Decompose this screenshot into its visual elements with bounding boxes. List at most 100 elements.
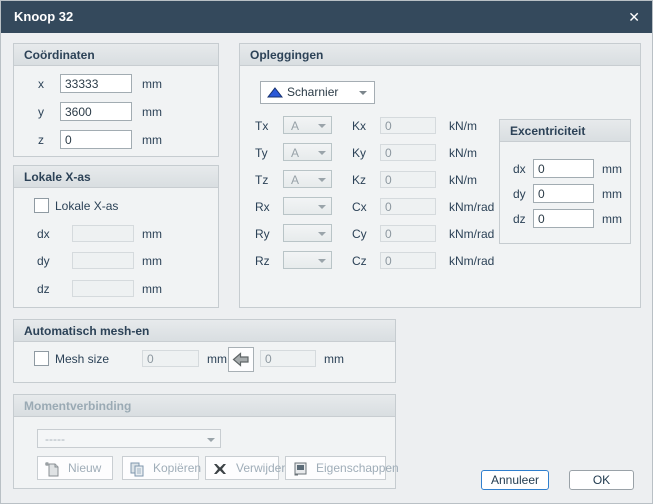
local-dx-label: dx — [37, 227, 50, 241]
dof-tz-dropdown: A — [283, 170, 332, 188]
dof-rx-dropdown — [283, 197, 332, 215]
cancel-button[interactable]: Annuleer — [481, 470, 549, 490]
local-dy-label: dy — [37, 254, 50, 268]
chevron-down-icon — [318, 178, 326, 182]
cz-unit: kNm/rad — [449, 254, 495, 268]
local-x-axis-checkbox-label: Lokale X-as — [55, 199, 119, 213]
moment-connection-dropdown: ----- — [37, 429, 221, 448]
cz-input — [380, 252, 436, 269]
ecc-dx-label: dx — [513, 162, 526, 176]
ecc-dy-unit: mm — [602, 187, 622, 201]
chevron-down-icon — [318, 151, 326, 155]
coord-x-unit: mm — [142, 77, 162, 91]
coord-z-input[interactable] — [60, 130, 132, 149]
mesh-size-input-1 — [142, 350, 199, 367]
local-dx-input — [72, 225, 134, 242]
cx-label: Cx — [352, 200, 367, 214]
properties-icon — [294, 462, 307, 476]
moment-connection-header: Momentverbinding — [14, 395, 395, 417]
new-document-icon — [45, 462, 59, 477]
coord-x-input[interactable] — [60, 74, 132, 93]
dof-rz-label: Rz — [255, 254, 270, 268]
ecc-dx-input[interactable] — [533, 159, 594, 178]
dof-rx-label: Rx — [255, 200, 270, 214]
ky-label: Ky — [352, 146, 367, 160]
local-x-axis-header: Lokale X-as — [14, 166, 218, 188]
properties-button: Eigenschappen — [285, 456, 399, 480]
ecc-dz-unit: mm — [602, 212, 622, 226]
chevron-down-icon — [318, 205, 326, 209]
local-dy-unit: mm — [142, 254, 162, 268]
ecc-dy-input[interactable] — [533, 184, 594, 203]
chevron-down-icon — [318, 259, 326, 263]
cy-label: Cy — [352, 227, 367, 241]
kx-unit: kN/m — [449, 119, 477, 133]
dof-tx-label: Tx — [255, 119, 269, 133]
cz-label: Cz — [352, 254, 367, 268]
dof-ry-dropdown — [283, 224, 332, 242]
coordinates-group: Coördinaten x mm y mm z mm — [13, 43, 219, 157]
kz-unit: kN/m — [449, 173, 477, 187]
ok-button[interactable]: OK — [569, 470, 634, 490]
dialog-title: Knoop 32 — [14, 9, 74, 24]
left-arrow-icon — [232, 352, 249, 367]
properties-button-label: Eigenschappen — [316, 461, 399, 475]
dof-ty-dropdown: A — [283, 143, 332, 161]
local-dz-label: dz — [37, 282, 50, 296]
mesh-unit-1: mm — [207, 352, 227, 366]
dof-rz-dropdown — [283, 251, 332, 269]
local-x-axis-group: Lokale X-as Lokale X-as dx mm dy mm dz m… — [13, 165, 219, 308]
coordinates-header: Coördinaten — [14, 44, 218, 66]
coord-y-unit: mm — [142, 105, 162, 119]
local-dz-unit: mm — [142, 282, 162, 296]
chevron-down-icon — [318, 124, 326, 128]
auto-mesh-group: Automatisch mesh-en Mesh size mm mm — [13, 319, 396, 383]
coord-z-label: z — [38, 133, 44, 147]
moment-connection-group: Momentverbinding ----- Nieuw Kopiëren Ve… — [13, 394, 399, 489]
cx-unit: kNm/rad — [449, 200, 495, 214]
local-dx-unit: mm — [142, 227, 162, 241]
supports-header: Opleggingen — [240, 44, 640, 66]
coord-x-label: x — [38, 77, 44, 91]
new-button: Nieuw — [37, 456, 113, 480]
titlebar: Knoop 32 ✕ — [1, 1, 652, 33]
eccentricity-group: Excentriciteit dx mm dy mm dz mm — [499, 119, 631, 244]
ecc-dz-input[interactable] — [533, 209, 594, 228]
kx-input — [380, 117, 436, 134]
hinge-support-icon — [267, 87, 283, 98]
ky-input — [380, 144, 436, 161]
new-button-label: Nieuw — [68, 461, 102, 475]
local-x-axis-checkbox[interactable] — [34, 198, 49, 213]
copy-button: Kopiëren — [122, 456, 202, 480]
delete-x-icon — [214, 464, 226, 474]
ecc-dx-unit: mm — [602, 162, 622, 176]
mesh-size-checkbox[interactable] — [34, 351, 49, 366]
dof-ty-label: Ty — [255, 146, 268, 160]
local-dz-input — [72, 280, 134, 297]
kz-input — [380, 171, 436, 188]
dof-tz-label: Tz — [255, 173, 269, 187]
delete-button-label: Verwijder — [236, 461, 286, 475]
chevron-down-icon — [318, 232, 326, 236]
dof-ry-label: Ry — [255, 227, 270, 241]
mesh-size-label: Mesh size — [55, 352, 110, 366]
eccentricity-header: Excentriciteit — [500, 120, 630, 142]
apply-left-arrow-button[interactable] — [228, 347, 254, 372]
ecc-dz-label: dz — [513, 212, 526, 226]
copy-button-label: Kopiëren — [153, 461, 202, 475]
auto-mesh-header: Automatisch mesh-en — [14, 320, 395, 342]
dof-tx-dropdown: A — [283, 116, 332, 134]
copy-icon — [130, 462, 144, 477]
chevron-down-icon — [207, 438, 215, 442]
coord-y-input[interactable] — [60, 102, 132, 121]
coord-z-unit: mm — [142, 133, 162, 147]
cy-unit: kNm/rad — [449, 227, 495, 241]
support-type-dropdown[interactable]: Scharnier — [260, 81, 375, 104]
kz-label: Kz — [352, 173, 367, 187]
local-dy-input — [72, 252, 134, 269]
kx-label: Kx — [352, 119, 367, 133]
node-properties-dialog: Knoop 32 ✕ Coördinaten x mm y mm z mm Lo… — [0, 0, 653, 504]
coord-y-label: y — [38, 105, 44, 119]
close-icon[interactable]: ✕ — [628, 1, 640, 33]
support-type-value: Scharnier — [287, 85, 339, 99]
